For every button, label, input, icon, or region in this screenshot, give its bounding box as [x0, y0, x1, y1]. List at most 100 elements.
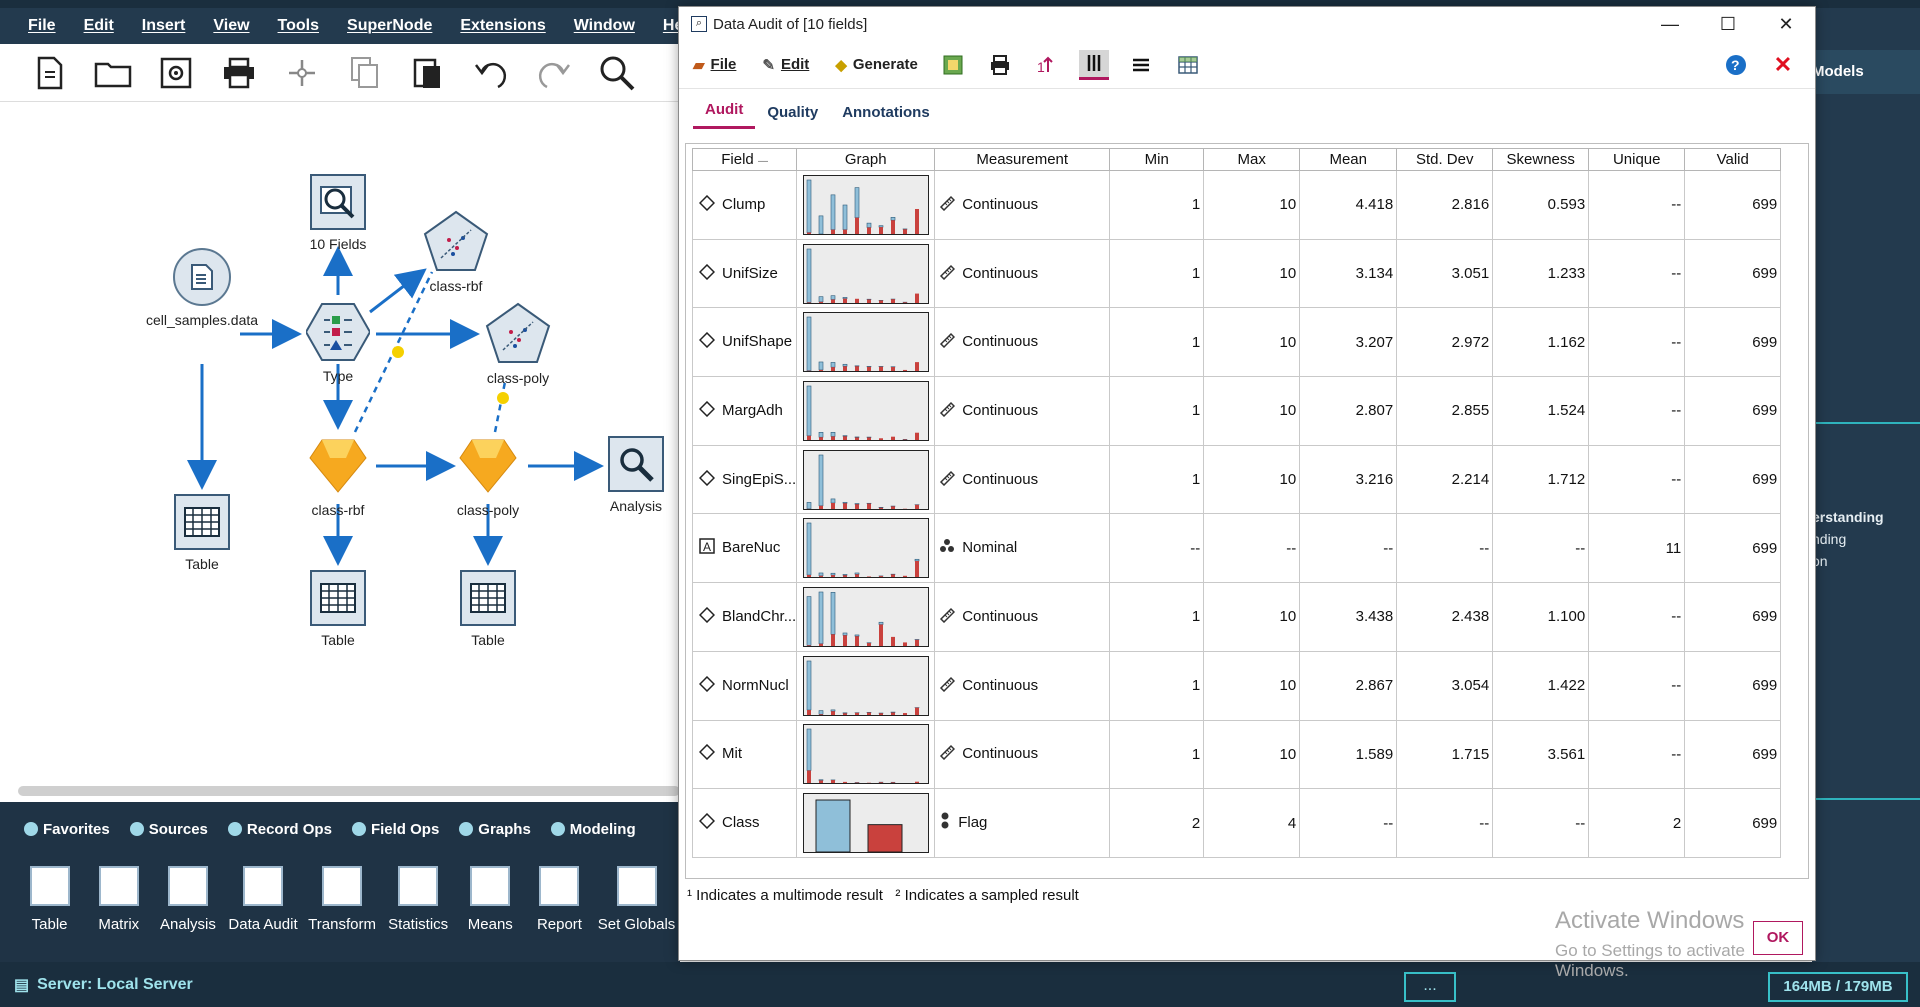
cell-graph[interactable] — [796, 376, 936, 446]
print-icon[interactable] — [985, 50, 1015, 80]
table-view-icon[interactable] — [1173, 50, 1203, 80]
palette-set-globals[interactable]: ◍ Set Globals — [595, 866, 678, 962]
copy-icon[interactable] — [345, 53, 385, 93]
open-folder-icon[interactable] — [93, 53, 133, 93]
col-min[interactable]: Min — [1109, 148, 1205, 171]
tab-annotations[interactable]: Annotations — [830, 104, 942, 129]
status-more-button[interactable]: ... — [1404, 972, 1456, 1002]
redo-icon[interactable] — [534, 53, 574, 93]
menu-tools[interactable]: Tools — [278, 17, 319, 35]
canvas-scrollbar[interactable] — [18, 786, 680, 796]
cell-graph[interactable] — [796, 170, 936, 240]
col-field[interactable]: Field — — [691, 148, 798, 171]
menu-view[interactable]: View — [213, 17, 249, 35]
col-valid[interactable]: Valid — [1684, 148, 1782, 171]
export-icon[interactable] — [938, 50, 968, 80]
minimize-button[interactable]: — — [1641, 14, 1699, 35]
palette-transform[interactable]: ƒ Transform — [305, 866, 380, 962]
table-row[interactable]: UnifShape Continuous 1 10 3.207 2.972 1.162 -- 6… — [691, 307, 1782, 378]
table-row[interactable]: NormNucl Continuous 1 10 2.867 3.054 1.422 -- 69… — [691, 650, 1782, 721]
dialog-menu-edit[interactable]: ✎ Edit — [762, 56, 809, 74]
cell-graph[interactable] — [796, 650, 936, 721]
node-source[interactable]: cell_samples.data — [132, 248, 272, 328]
search-icon[interactable] — [597, 53, 637, 93]
palette-table[interactable]: ▦ Table — [16, 866, 83, 962]
tab-field-ops[interactable]: Field Ops — [351, 821, 439, 838]
palette-matrix[interactable]: ▦ Matrix — [85, 866, 152, 962]
column-view-icon[interactable] — [1078, 49, 1109, 80]
node-table[interactable]: Table — [132, 494, 272, 572]
node-model-rbf[interactable]: class-rbf — [386, 210, 526, 294]
menu-window[interactable]: Window — [574, 17, 635, 35]
palette-analysis[interactable]: ⌕ Analysis — [154, 866, 221, 962]
table-row[interactable]: MargAdh Continuous 1 10 2.807 2.855 1.524 -- 699 — [691, 376, 1782, 446]
node-table[interactable]: Table — [268, 570, 408, 648]
palette-means[interactable]: ⚖ Means — [457, 866, 524, 962]
menu-insert[interactable]: Insert — [142, 17, 186, 35]
tab-quality[interactable]: Quality — [755, 104, 830, 129]
table-row[interactable]: BlandChr... Continuous 1 10 3.438 2.438 1.100-… — [691, 582, 1782, 652]
undo-icon[interactable] — [471, 53, 511, 93]
table-row[interactable]: UnifSize Continuous 1 10 3.134 3.051 1.233 -- 69… — [691, 238, 1782, 309]
menu-extensions[interactable]: Extensions — [460, 17, 545, 35]
col-std-dev[interactable]: Std. Dev — [1396, 148, 1494, 171]
maximize-button[interactable]: ☐ — [1699, 14, 1757, 35]
histogram-bar-red — [866, 437, 871, 440]
tab-models[interactable]: Models — [1812, 50, 1920, 94]
menu-edit[interactable]: Edit — [84, 17, 114, 35]
table-row[interactable]: Mit Continuous 1 10 1.589 1.715 3.561 -- 699 — [691, 719, 1782, 790]
help-icon[interactable]: ? — [1721, 50, 1751, 80]
tab-modeling[interactable]: Modeling — [550, 820, 636, 838]
paste-icon[interactable] — [408, 53, 448, 93]
cell-graph[interactable] — [796, 719, 936, 790]
dialog-menu-generate[interactable]: ◆ Generate — [835, 56, 918, 74]
dialog-menu-file[interactable]: ▰ File — [693, 56, 736, 74]
table-row[interactable]: SingEpiS... Continuous 1 10 3.216 2.214 1.712-… — [691, 444, 1782, 515]
menu-supernode[interactable]: SuperNode — [347, 17, 432, 35]
col-mean[interactable]: Mean — [1299, 148, 1398, 171]
cell-graph[interactable] — [796, 307, 936, 378]
menu-file[interactable]: File — [28, 17, 56, 35]
print-icon[interactable] — [219, 53, 259, 93]
node-nugget-poly[interactable]: class-poly — [418, 436, 558, 518]
col-measurement[interactable]: Measurement — [934, 148, 1111, 171]
cell-graph[interactable] — [796, 788, 936, 858]
cut-icon[interactable] — [282, 53, 322, 93]
cell-graph[interactable] — [796, 444, 936, 515]
palette-data-audit[interactable]: ⌕ Data Audit — [224, 866, 303, 962]
tab-label: Modeling — [569, 820, 636, 838]
save-icon[interactable] — [156, 53, 196, 93]
histogram-bar-red — [890, 436, 895, 440]
node-table[interactable]: Table — [418, 570, 558, 648]
col-max[interactable]: Max — [1203, 148, 1301, 171]
cell-graph[interactable] — [796, 238, 936, 309]
table-row[interactable]: Clump Continuous 1 10 4.418 2.816 0.593 -- 699 — [691, 170, 1782, 240]
cell-graph[interactable] — [796, 513, 936, 584]
row-view-icon[interactable] — [1126, 50, 1156, 80]
col-skewness[interactable]: Skewness — [1492, 148, 1590, 171]
close-icon[interactable]: ✕ — [1768, 50, 1798, 80]
cell-measurement: Continuous — [934, 238, 1111, 309]
audit-table-container[interactable]: Field — Graph Measurement Min Max Mean S… — [685, 143, 1809, 879]
node-type[interactable]: Type — [268, 302, 408, 384]
new-file-icon[interactable] — [30, 53, 70, 93]
ok-button[interactable]: OK — [1753, 921, 1803, 955]
table-row[interactable]: Class Flag 2 4 -- -- -- 2 699 — [691, 788, 1782, 858]
tab-favorites[interactable]: Favorites — [24, 821, 110, 838]
node-nugget-rbf[interactable]: class-rbf — [268, 436, 408, 518]
tab-sources[interactable]: Sources — [129, 821, 208, 838]
tab-audit[interactable]: Audit — [693, 101, 756, 129]
close-button[interactable]: ✕ — [1757, 14, 1815, 35]
tab-graphs[interactable]: Graphs — [459, 821, 531, 838]
stream-canvas[interactable]: cell_samples.data Type 10 Fields class-r… — [0, 102, 680, 802]
col-graph[interactable]: Graph — [796, 148, 936, 171]
col-unique[interactable]: Unique — [1588, 148, 1686, 171]
sort-icon[interactable]: 1 — [1032, 50, 1062, 80]
table-row[interactable]: A BareNuc Nominal -- -- -- -- -- 11 699 — [691, 513, 1782, 584]
tab-record-ops[interactable]: Record Ops — [227, 821, 332, 838]
palette-statistics[interactable]: Σ Statistics — [382, 866, 455, 962]
node-model-poly[interactable]: class-poly — [448, 302, 588, 386]
cell-graph[interactable] — [796, 582, 936, 652]
cell-mean: 3.216 — [1299, 444, 1398, 515]
palette-report[interactable]: ▤ Report — [526, 866, 593, 962]
